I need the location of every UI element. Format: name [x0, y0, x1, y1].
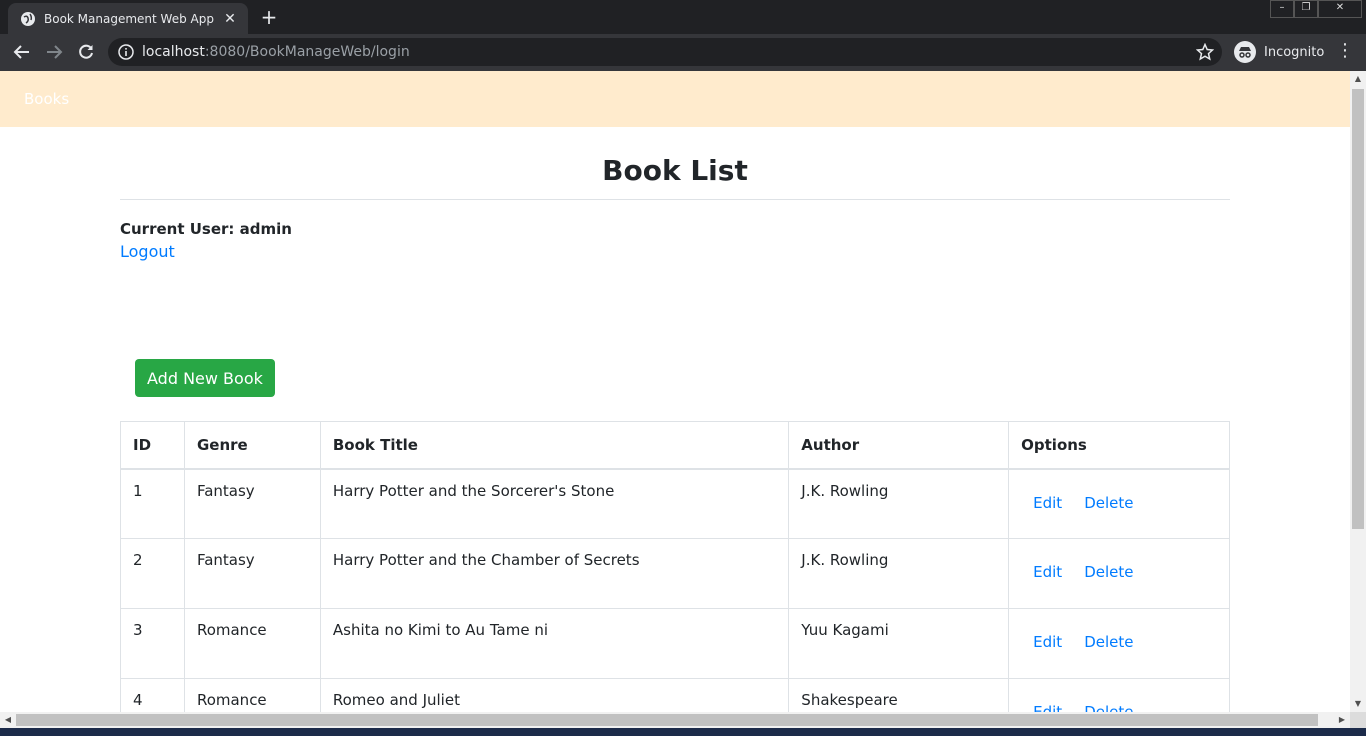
scroll-right-icon[interactable]: ▶ — [1334, 712, 1350, 728]
page-viewport: Books Book List Current User: admin Logo… — [0, 71, 1350, 712]
delete-link[interactable]: Delete — [1084, 494, 1133, 512]
edit-link[interactable]: Edit — [1033, 703, 1062, 712]
horizontal-scrollbar[interactable]: ◀ ▶ — [0, 712, 1350, 728]
scroll-up-icon[interactable]: ▲ — [1350, 71, 1366, 87]
header-id: ID — [120, 421, 185, 470]
new-tab-button[interactable]: + — [258, 7, 280, 29]
back-button[interactable] — [10, 40, 34, 64]
current-user-label: Current User: admin — [120, 220, 292, 238]
scrollbar-corner — [1350, 712, 1366, 728]
cell-author: J.K. Rowling — [788, 538, 1010, 609]
tab-title: Book Management Web App — [44, 11, 214, 26]
cell-genre: Fantasy — [183, 538, 321, 609]
header-book-title: Book Title — [319, 421, 790, 470]
incognito-label: Incognito — [1264, 44, 1325, 60]
cell-id: 4 — [120, 678, 185, 712]
table-row: 3 Romance Ashita no Kimi to Au Tame ni Y… — [120, 608, 1230, 679]
main-container: Book List Current User: admin Logout Add… — [120, 127, 1230, 712]
edit-link[interactable]: Edit — [1033, 563, 1062, 581]
close-window-button[interactable]: ✕ — [1318, 0, 1362, 18]
book-table: ID Genre Book Title Author Options 1 Fan… — [120, 421, 1230, 712]
cell-id: 2 — [120, 538, 185, 609]
cell-id: 3 — [120, 608, 185, 679]
cell-genre: Romance — [183, 608, 321, 679]
vertical-scroll-thumb[interactable] — [1352, 89, 1364, 529]
navbar-brand-link[interactable]: Books — [24, 90, 69, 108]
edit-link[interactable]: Edit — [1033, 494, 1062, 512]
arrow-left-icon — [13, 45, 29, 59]
table-row: 2 Fantasy Harry Potter and the Chamber o… — [120, 538, 1230, 609]
star-icon[interactable] — [1196, 43, 1214, 61]
browser-tab[interactable]: Book Management Web App ✕ — [8, 3, 248, 34]
header-author: Author — [788, 421, 1010, 470]
cell-options: Edit Delete — [1008, 468, 1230, 539]
header-options: Options — [1008, 421, 1230, 470]
delete-link[interactable]: Delete — [1084, 703, 1133, 712]
horizontal-scroll-thumb[interactable] — [16, 714, 1318, 726]
page-title: Book List — [120, 127, 1230, 200]
url-path: :8080/BookManageWeb/login — [204, 44, 410, 60]
vertical-scrollbar[interactable]: ▲ ▼ — [1350, 71, 1366, 712]
add-new-book-button[interactable]: Add New Book — [135, 359, 275, 397]
address-bar[interactable]: localhost:8080/BookManageWeb/login — [108, 38, 1222, 66]
cell-title: Harry Potter and the Chamber of Secrets — [319, 538, 790, 609]
delete-link[interactable]: Delete — [1084, 633, 1133, 651]
scroll-down-icon[interactable]: ▼ — [1350, 696, 1366, 712]
cell-genre: Romance — [183, 678, 321, 712]
globe-icon — [21, 11, 35, 26]
incognito-indicator[interactable]: Incognito — [1234, 40, 1324, 64]
browser-titlebar: Book Management Web App ✕ + – ❐ ✕ — [0, 0, 1366, 34]
info-icon[interactable] — [118, 44, 134, 60]
tab-close-icon[interactable]: ✕ — [222, 11, 238, 27]
reload-button[interactable] — [74, 40, 98, 64]
incognito-icon — [1234, 41, 1256, 63]
table-row: 4 Romance Romeo and Juliet Shakespeare E… — [120, 678, 1230, 712]
reload-icon — [79, 44, 93, 59]
browser-toolbar: localhost:8080/BookManageWeb/login Incog… — [0, 34, 1366, 71]
cell-options: Edit Delete — [1008, 678, 1230, 712]
cell-options: Edit Delete — [1008, 538, 1230, 609]
delete-link[interactable]: Delete — [1084, 563, 1133, 581]
url-host: localhost — [142, 44, 205, 60]
table-header-row: ID Genre Book Title Author Options — [120, 421, 1230, 470]
table-row: 1 Fantasy Harry Potter and the Sorcerer'… — [120, 468, 1230, 539]
cell-title: Ashita no Kimi to Au Tame ni — [319, 608, 790, 679]
restore-button[interactable]: ❐ — [1294, 0, 1318, 18]
cell-author: J.K. Rowling — [788, 468, 1010, 539]
edit-link[interactable]: Edit — [1033, 633, 1062, 651]
arrow-right-icon — [47, 45, 63, 59]
browser-menu-icon[interactable]: ⋮ — [1336, 42, 1354, 62]
logout-link[interactable]: Logout — [120, 242, 175, 261]
cell-id: 1 — [120, 468, 185, 539]
cell-title: Harry Potter and the Sorcerer's Stone — [319, 468, 790, 539]
os-taskbar — [0, 728, 1366, 736]
cell-author: Shakespeare — [788, 678, 1010, 712]
forward-button[interactable] — [42, 40, 66, 64]
cell-genre: Fantasy — [183, 468, 321, 539]
cell-options: Edit Delete — [1008, 608, 1230, 679]
cell-author: Yuu Kagami — [788, 608, 1010, 679]
minimize-button[interactable]: – — [1270, 0, 1294, 18]
header-genre: Genre — [183, 421, 321, 470]
navbar: Books — [0, 71, 1350, 127]
cell-title: Romeo and Juliet — [319, 678, 790, 712]
scroll-left-icon[interactable]: ◀ — [0, 712, 16, 728]
